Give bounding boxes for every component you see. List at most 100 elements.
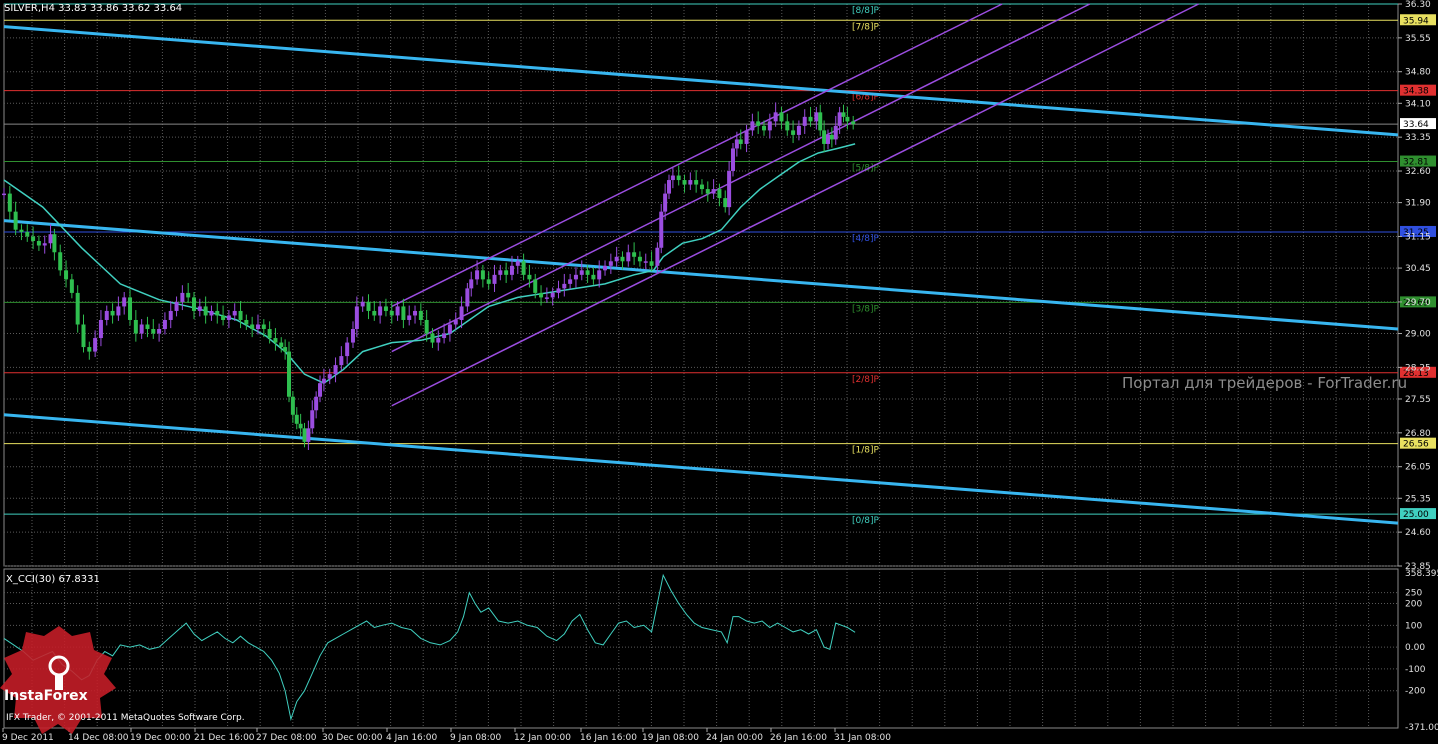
candle-body <box>174 301 179 311</box>
candle-body <box>333 365 338 375</box>
candle-body <box>98 319 103 339</box>
candle-body <box>7 193 12 212</box>
cci-header: X_CCI(30) 67.8331 <box>6 574 100 585</box>
candle-body <box>2 193 6 196</box>
candle-body <box>608 261 613 266</box>
cci-y-tick-label: 200 <box>1405 600 1422 610</box>
candle-body <box>250 324 255 330</box>
symbol-header: SILVER,H4 33.83 33.86 33.62 33.64 <box>4 3 183 14</box>
candle-body <box>267 329 272 339</box>
candle-body <box>663 193 668 212</box>
candle-body <box>168 310 173 320</box>
regression-line-lower <box>3 413 1399 525</box>
candle-body <box>372 310 377 316</box>
candle-body <box>475 270 480 280</box>
candle-body <box>81 324 86 348</box>
candle-body <box>717 189 722 199</box>
candle-body <box>407 315 412 320</box>
candle-body <box>620 256 625 262</box>
candle-body <box>845 116 850 122</box>
candle-body <box>133 319 138 334</box>
candle-body <box>521 261 526 275</box>
candle-body <box>360 301 365 307</box>
y-tick-label: 27.55 <box>1405 395 1431 405</box>
candle-body <box>841 112 846 117</box>
cci-y-tick-label: 100 <box>1405 621 1422 631</box>
candle-body <box>459 306 464 320</box>
candle-body <box>58 252 63 271</box>
price-chart[interactable]: [8/8]P[7/8]P35.94[6/8]P34.38[5/8]P32.81[… <box>0 0 1438 744</box>
candle-body <box>413 310 418 316</box>
candle-body <box>339 356 344 366</box>
candle-body <box>145 324 150 330</box>
candle-body <box>345 342 350 357</box>
candle-body <box>383 306 388 311</box>
candle-body <box>273 338 278 343</box>
candle-body <box>833 125 838 140</box>
candle-body <box>539 292 544 298</box>
candle-body <box>825 134 830 144</box>
copyright-text: IFX Trader, © 2001-2011 MetaQuotes Softw… <box>6 713 245 723</box>
candle-body <box>279 342 284 348</box>
candle-body <box>591 274 596 280</box>
candle-body <box>655 247 660 266</box>
candle-body <box>544 297 549 299</box>
x-tick-label: 12 Jan 00:00 <box>514 733 571 743</box>
candle-body <box>670 175 675 181</box>
candle-body <box>75 292 80 325</box>
candle-body <box>215 310 220 316</box>
candle-body <box>93 338 98 352</box>
candle-body <box>290 396 295 415</box>
x-tick-label: 21 Dec 16:00 <box>194 733 255 743</box>
candle-body <box>480 270 485 280</box>
candle-body <box>42 243 47 246</box>
candle-body <box>632 252 637 257</box>
candle-body <box>226 315 231 320</box>
y-tick-label: 34.80 <box>1405 68 1431 78</box>
candle-body <box>366 301 371 311</box>
candle-body <box>773 112 778 122</box>
candle-body <box>465 288 470 307</box>
murrey-level-label: [7/8]P <box>852 22 880 32</box>
candle-body <box>527 274 532 280</box>
cci-y-tick-label: -371.00 <box>1405 723 1438 733</box>
candle-body <box>509 265 514 275</box>
cci-y-tick-label: -100 <box>1405 665 1426 675</box>
candle-body <box>822 130 827 144</box>
candle-body <box>626 252 631 262</box>
candle-body <box>110 310 115 316</box>
candle-body <box>318 383 323 397</box>
candle-body <box>705 189 710 194</box>
candle-body <box>354 306 359 330</box>
candle-body <box>378 306 383 316</box>
murrey-level-label: [1/8]P <box>852 446 880 456</box>
candle-body <box>734 139 739 149</box>
y-tick-label: 32.60 <box>1405 167 1431 177</box>
candle-body <box>643 261 648 263</box>
trend-line-middle <box>391 3 1091 353</box>
candle-body <box>796 125 801 135</box>
y-tick-label: 26.80 <box>1405 429 1431 439</box>
candle-body <box>321 378 326 384</box>
candle-body <box>69 279 74 293</box>
candle-body <box>603 265 608 271</box>
candle-body <box>779 112 784 122</box>
candle-body <box>573 274 578 280</box>
candle-body <box>25 231 30 237</box>
candle-body <box>498 270 503 275</box>
candle-body <box>48 234 53 244</box>
murrey-price-box-label: 34.38 <box>1403 87 1429 97</box>
candle-body <box>31 236 36 241</box>
candle-body <box>327 374 332 379</box>
candle-body <box>447 324 452 334</box>
candle-body <box>244 319 249 325</box>
candle-body <box>209 310 214 316</box>
y-tick-label: 31.90 <box>1405 199 1431 209</box>
candle-body <box>802 116 807 126</box>
candle-body <box>401 306 406 320</box>
candle-body <box>255 324 260 330</box>
y-tick-label: 24.60 <box>1405 528 1431 538</box>
candle-body <box>837 112 842 126</box>
candle-body <box>562 283 567 289</box>
candle-body <box>424 319 429 334</box>
